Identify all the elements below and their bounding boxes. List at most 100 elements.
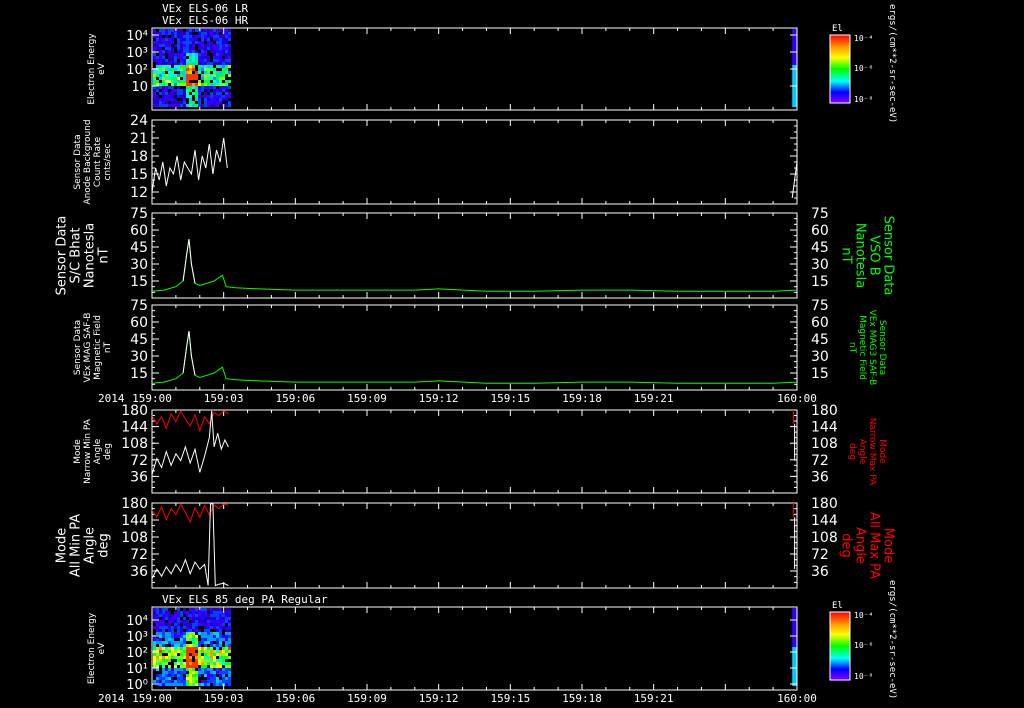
spectrogram-pixel: [183, 653, 186, 656]
spectrogram-pixel: [180, 659, 183, 662]
spectrogram-pixel: [168, 641, 171, 644]
spectrogram-pixel: [153, 95, 156, 98]
spectrogram-pixel: [195, 74, 198, 77]
spectrogram-pixel: [204, 614, 207, 617]
spectrogram-pixel: [174, 35, 177, 38]
y-tick-label-right: 72: [811, 453, 829, 469]
spectrogram-pixel: [207, 41, 210, 44]
spectrogram-pixel: [189, 635, 192, 638]
spectrogram-pixel: [162, 650, 165, 653]
spectrogram-pixel: [183, 98, 186, 101]
spectrogram-pixel: [189, 68, 192, 71]
y-axis-label: Mode Narrow Min PA Angle deg: [73, 418, 113, 484]
spectrogram-pixel: [186, 32, 189, 35]
spectrogram-pixel: [213, 653, 216, 656]
spectrogram-pixel: [177, 50, 180, 53]
spectrogram-pixel: [204, 659, 207, 662]
spectrogram-pixel: [216, 71, 219, 74]
spectrogram-pixel: [216, 638, 219, 641]
spectrogram-pixel: [180, 656, 183, 659]
spectrogram-pixel: [189, 86, 192, 89]
spectrogram-pixel: [189, 50, 192, 53]
spectrogram-pixel: [186, 95, 189, 98]
spectrogram-pixel: [165, 50, 168, 53]
spectrogram-pixel: [225, 668, 228, 671]
y-axis-label-line: cnts/sec: [103, 143, 113, 180]
spectrogram-pixel: [216, 104, 219, 107]
y-axis-label-line: eV: [97, 62, 107, 75]
spectrogram-pixel: [195, 659, 198, 662]
spectrogram-pixel: [186, 65, 189, 68]
spectrogram-pixel: [165, 611, 168, 614]
spectrogram-pixel: [225, 662, 228, 665]
y-tick-label: 144: [121, 513, 148, 529]
spectrogram-pixel: [201, 620, 204, 623]
spectrogram-pixel: [219, 35, 222, 38]
spectrogram-pixel: [186, 80, 189, 83]
spectrogram-pixel: [198, 659, 201, 662]
panel-frame-3: [151, 304, 798, 391]
spectrogram-pixel: [204, 641, 207, 644]
spectrogram-pixel: [189, 662, 192, 665]
spectrogram-pixel: [159, 101, 162, 104]
spectrogram-pixel: [180, 650, 183, 653]
spectrogram-pixel: [204, 65, 207, 68]
spectrogram-pixel: [192, 29, 195, 32]
spectrogram-pixel: [213, 104, 216, 107]
spectrogram-pixel: [180, 89, 183, 92]
spectrogram-pixel: [186, 626, 189, 629]
spectrogram-pixel: [210, 95, 213, 98]
spectrogram-pixel: [189, 647, 192, 650]
spectrogram-pixel: [174, 56, 177, 59]
spectrogram-pixel: [168, 62, 171, 65]
spectrogram-pixel: [159, 50, 162, 53]
spectrogram-pixel: [198, 41, 201, 44]
spectrogram-pixel: [204, 665, 207, 668]
spectrogram-pixel: [198, 641, 201, 644]
y-tick-label: 10³: [126, 630, 148, 645]
spectrogram-pixel: [225, 617, 228, 620]
spectrogram-pixel: [159, 83, 162, 86]
spectrogram-pixel: [159, 41, 162, 44]
spectrogram-pixel: [195, 38, 198, 41]
spectrogram-pixel: [165, 32, 168, 35]
spectrogram-pixel: [195, 671, 198, 674]
spectrogram-pixel: [171, 74, 174, 77]
spectrogram-pixel: [159, 659, 162, 662]
spectrogram-pixel: [216, 80, 219, 83]
spectrogram-pixel: [168, 41, 171, 44]
spectrogram-pixel: [222, 638, 225, 641]
spectrogram-pixel: [189, 41, 192, 44]
spectrogram-pixel: [162, 635, 165, 638]
spectrogram-pixel: [165, 635, 168, 638]
spectrogram-pixel: [162, 683, 165, 686]
spectrogram-pixel: [168, 86, 171, 89]
spectrogram-pixel: [219, 77, 222, 80]
spectrogram-pixel: [177, 635, 180, 638]
spectrogram-pixel: [195, 626, 198, 629]
y-axis-label-line: Sensor Data: [54, 216, 69, 296]
spectrogram-pixel: [216, 59, 219, 62]
spectrogram-pixel: [189, 29, 192, 32]
spectrogram-pixel: [183, 71, 186, 74]
spectrogram-pixel: [198, 647, 201, 650]
y-tick-label-right: 144: [811, 420, 838, 436]
spectrogram-pixel: [210, 635, 213, 638]
spectrogram-pixel: [165, 89, 168, 92]
colorbar-upper-title: El: [832, 24, 843, 34]
spectrogram-pixel: [177, 650, 180, 653]
spectrogram-pixel: [174, 44, 177, 47]
spectrogram-pixel: [198, 44, 201, 47]
y-tick-label: 21: [130, 131, 148, 147]
spectrogram-pixel: [168, 32, 171, 35]
spectrogram-pixel: [219, 92, 222, 95]
spectrogram-pixel: [192, 629, 195, 632]
spectrogram-pixel: [207, 608, 210, 611]
spectrogram-pixel: [213, 38, 216, 41]
spectrogram-pixel: [216, 650, 219, 653]
spectrogram-pixel: [189, 623, 192, 626]
spectrogram-pixel: [216, 29, 219, 32]
spectrogram-pixel: [198, 32, 201, 35]
spectrogram-pixel: [225, 665, 228, 668]
spectrogram-pixel: [174, 32, 177, 35]
